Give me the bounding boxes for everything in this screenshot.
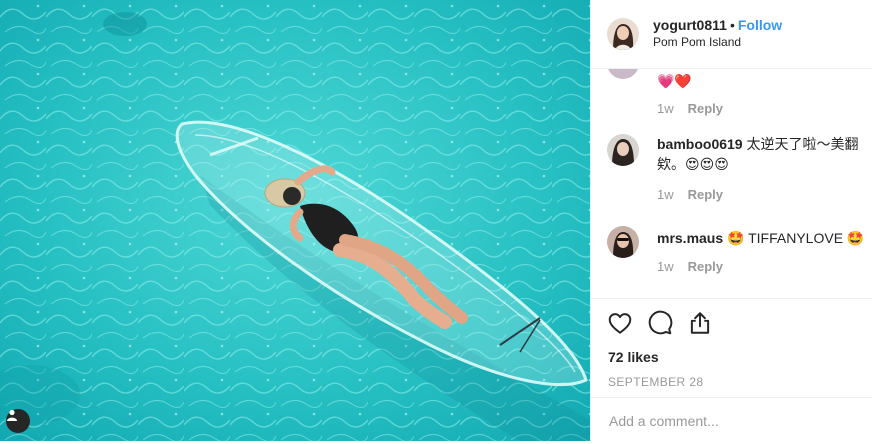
comment-body: 🤩 TIFFANYLOVE 🤩: [727, 230, 865, 246]
post-side-panel: yogurt0811 • Follow Pom Pom Island 💗❤️ 1w R…: [590, 0, 872, 441]
instagram-post: yogurt0811 • Follow Pom Pom Island 💗❤️ 1w R…: [0, 0, 872, 441]
comment-footer: 1w Reply: [657, 187, 723, 202]
photo-illustration: [0, 0, 590, 441]
post-meta: yogurt0811 • Follow Pom Pom Island: [653, 17, 782, 51]
post-location[interactable]: Pom Pom Island: [653, 34, 782, 51]
comment-footer: 1w Reply: [657, 259, 723, 274]
author-avatar[interactable]: [607, 18, 639, 50]
comment-time[interactable]: 1w: [657, 101, 674, 116]
follow-button[interactable]: Follow: [738, 17, 782, 33]
comment-text: mrs.maus 🤩 TIFFANYLOVE 🤩: [657, 228, 869, 248]
commenter-username[interactable]: mrs.maus: [657, 230, 723, 246]
commenter-avatar[interactable]: [607, 226, 639, 258]
comment-time[interactable]: 1w: [657, 259, 674, 274]
user-tag-icon[interactable]: [6, 409, 30, 433]
comment-composer: [591, 397, 872, 444]
like-count[interactable]: 72 likes: [591, 347, 872, 367]
reply-button[interactable]: Reply: [688, 101, 723, 116]
add-comment-input[interactable]: [607, 412, 851, 430]
separator-dot: •: [729, 17, 735, 33]
comments-list[interactable]: 💗❤️ 1w Reply bamboo0619 太逆天了啦～美翻欸。😍😍😍 1w…: [591, 69, 872, 298]
post-actions: [591, 298, 872, 347]
comment-icon[interactable]: [647, 310, 673, 336]
commenter-avatar[interactable]: [607, 69, 639, 79]
comment-text: bamboo0619 太逆天了啦～美翻欸。😍😍😍: [657, 134, 869, 174]
reply-button[interactable]: Reply: [688, 187, 723, 202]
share-icon[interactable]: [687, 310, 713, 336]
post-photo[interactable]: [0, 0, 590, 441]
commenter-avatar[interactable]: [607, 134, 639, 166]
comment-text: 💗❤️: [657, 73, 692, 89]
post-date[interactable]: SEPTEMBER 28: [591, 367, 872, 397]
author-username[interactable]: yogurt0811: [653, 17, 727, 33]
heart-icon[interactable]: [607, 310, 633, 336]
post-header: yogurt0811 • Follow Pom Pom Island: [591, 0, 872, 69]
comment-time[interactable]: 1w: [657, 187, 674, 202]
commenter-username[interactable]: bamboo0619: [657, 136, 743, 152]
reply-button[interactable]: Reply: [688, 259, 723, 274]
comment-footer: 1w Reply: [657, 101, 723, 116]
